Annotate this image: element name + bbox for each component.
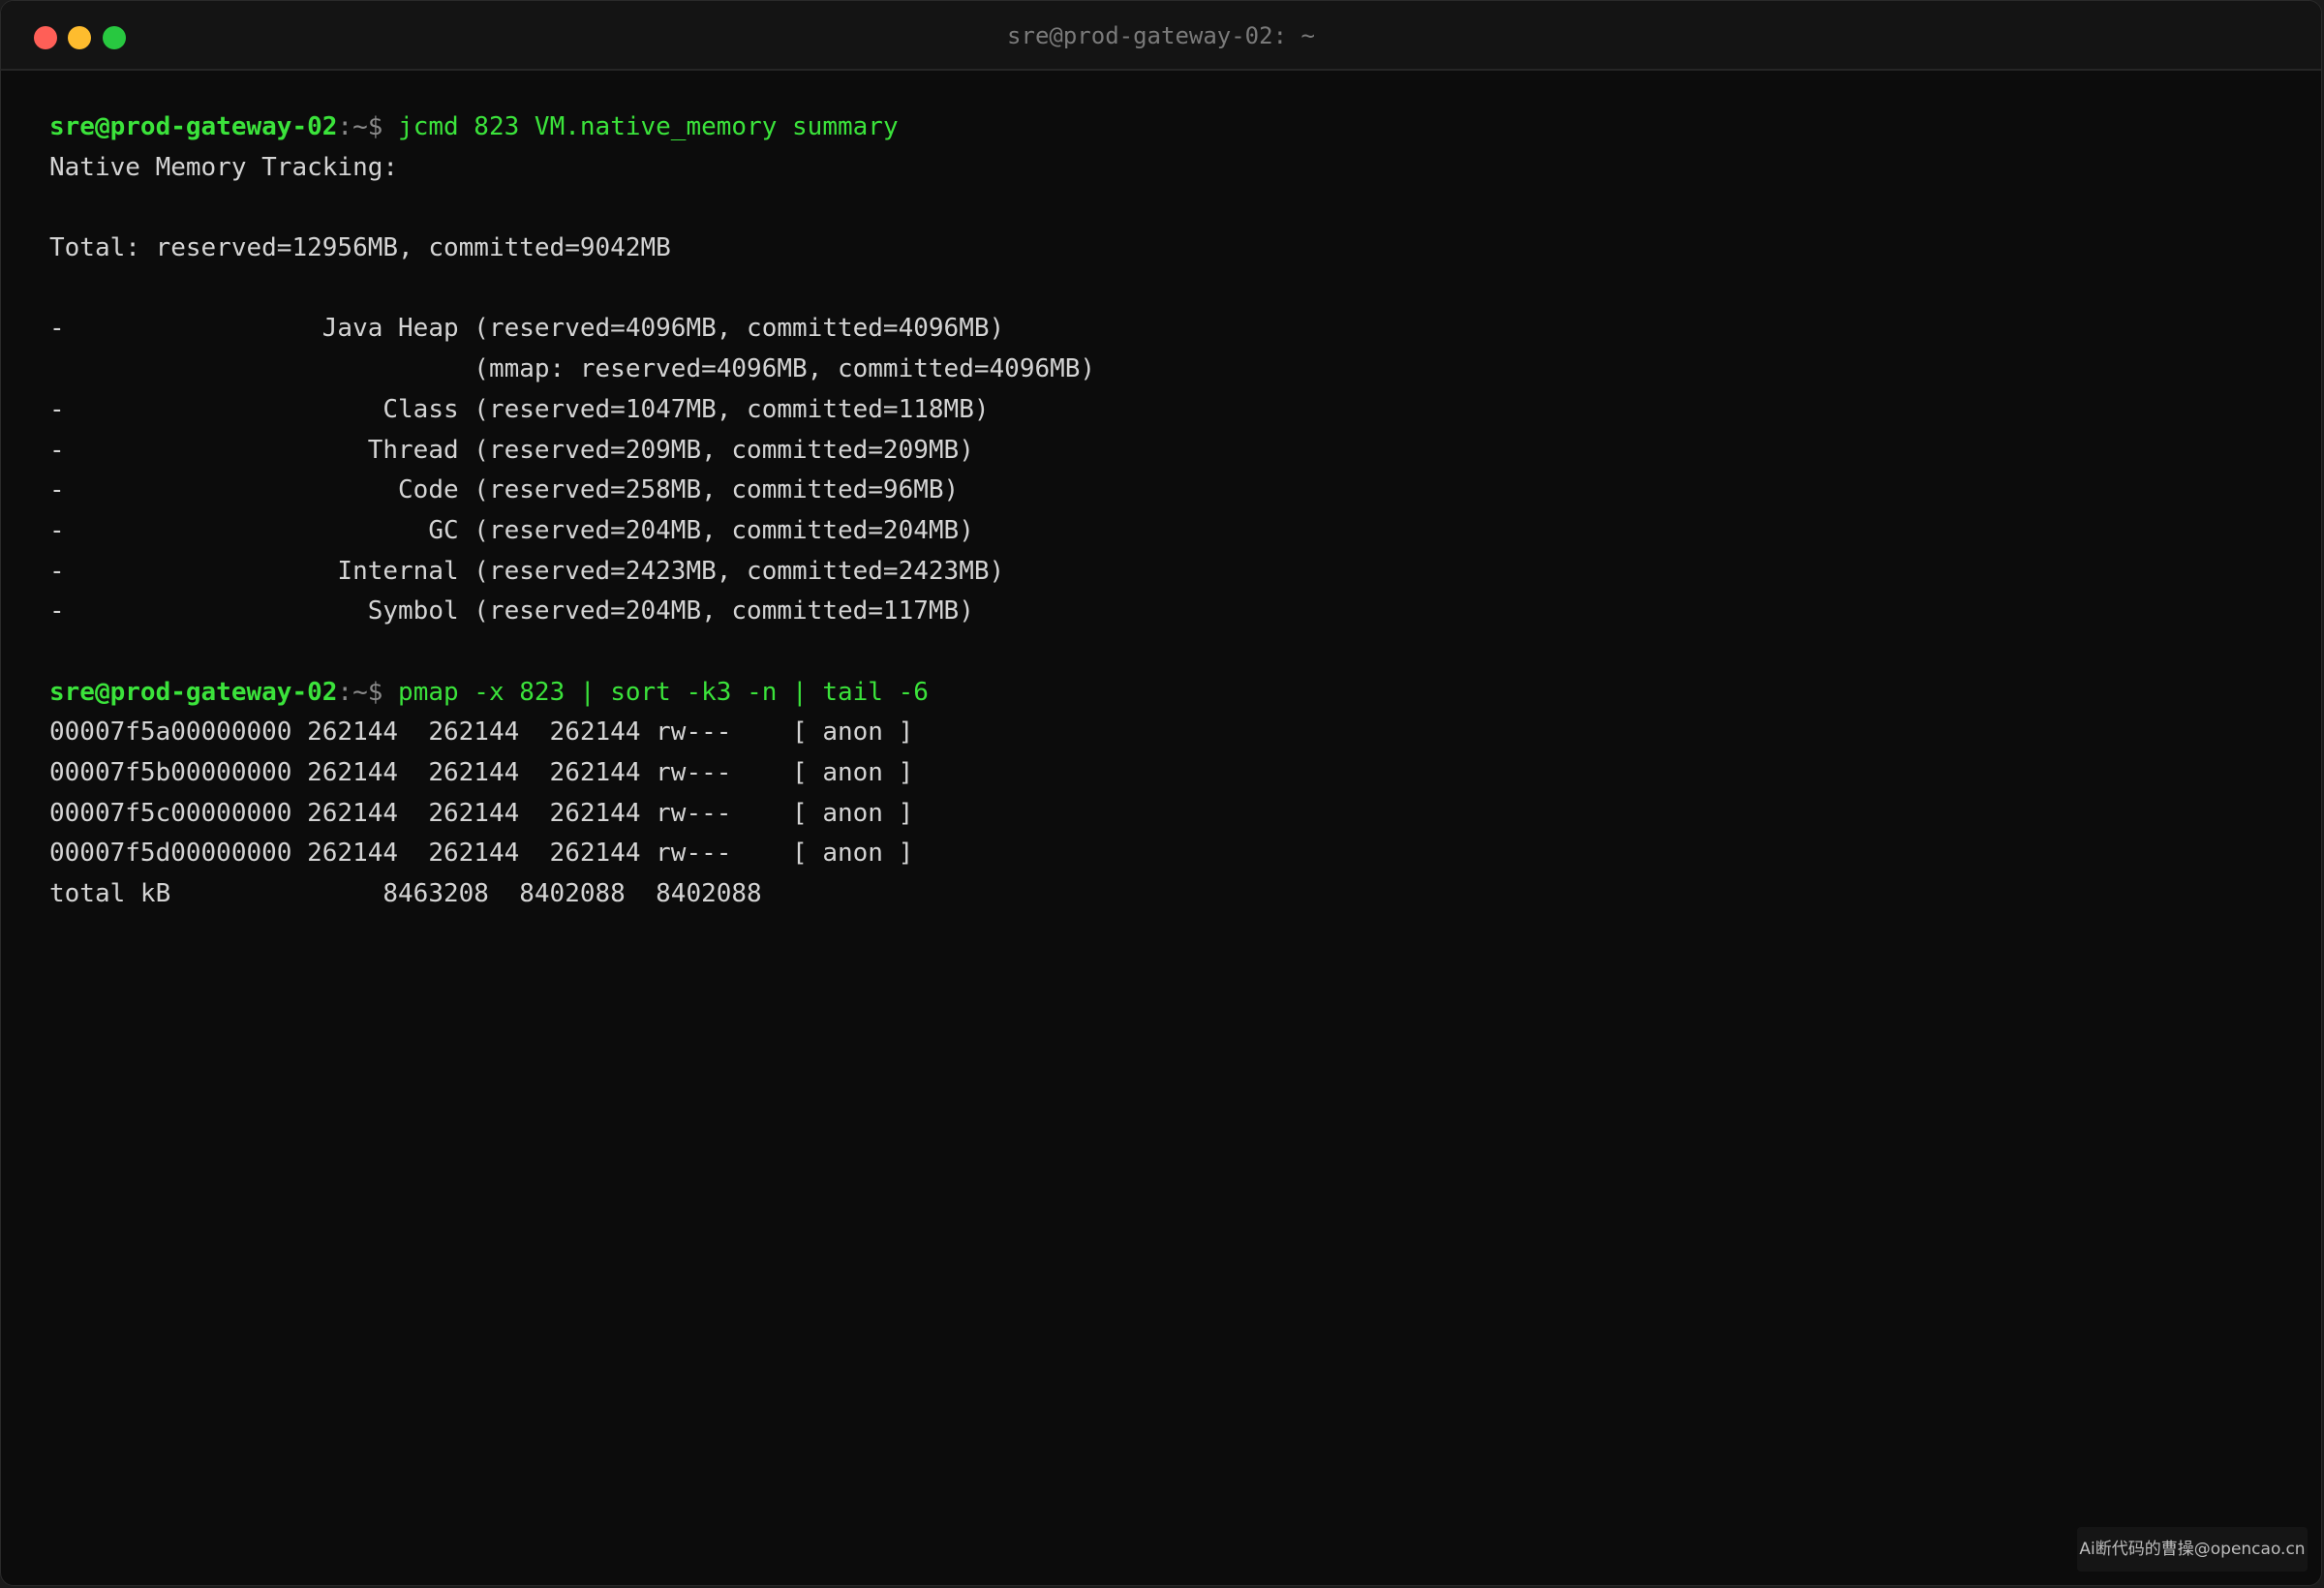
output-line: 00007f5b00000000 262144 262144 262144 rw… — [49, 758, 914, 787]
output-line: - Symbol (reserved=204MB, committed=117M… — [49, 596, 974, 626]
window-title: sre@prod-gateway-02: ~ — [1007, 22, 1315, 49]
output-line: - Internal (reserved=2423MB, committed=2… — [49, 556, 1005, 586]
prompt-line: sre@prod-gateway-02:~$ pmap -x 823 | sor… — [49, 673, 2282, 714]
command-text: pmap -x 823 | sort -k3 -n | tail -6 — [382, 677, 929, 707]
command-text: jcmd 823 VM.native_memory summary — [382, 112, 899, 141]
output-line: - Thread (reserved=209MB, committed=209M… — [49, 435, 974, 465]
prompt-user-host: sre@prod-gateway-02 — [49, 112, 338, 141]
output-line: - GC (reserved=204MB, committed=204MB) — [49, 515, 974, 545]
prompt-path: :~$ — [337, 677, 383, 707]
output-line: total kB 8463208 8402088 8402088 — [49, 879, 762, 909]
watermark: Ai断代码的曹操@opencao.cn — [2077, 1527, 2308, 1572]
prompt-user-host: sre@prod-gateway-02 — [49, 677, 338, 707]
output-line: - Class (reserved=1047MB, committed=118M… — [49, 394, 990, 424]
terminal-output[interactable]: sre@prod-gateway-02:~$ jcmd 823 VM.nativ… — [49, 107, 2282, 915]
output-line: (mmap: reserved=4096MB, committed=4096MB… — [49, 354, 1096, 384]
terminal-window: sre@prod-gateway-02: ~ sre@prod-gateway-… — [0, 0, 2322, 1586]
output-line: 00007f5a00000000 262144 262144 262144 rw… — [49, 718, 914, 748]
output-line: 00007f5c00000000 262144 262144 262144 rw… — [49, 798, 914, 828]
output-line: - Java Heap (reserved=4096MB, committed=… — [49, 314, 1005, 344]
output-line: - Code (reserved=258MB, committed=96MB) — [49, 475, 960, 505]
prompt-line: sre@prod-gateway-02:~$ jcmd 823 VM.nativ… — [49, 107, 2282, 148]
prompt-path: :~$ — [337, 112, 383, 141]
output-line: 00007f5d00000000 262144 262144 262144 rw… — [49, 839, 914, 869]
output-line: Total: reserved=12956MB, committed=9042M… — [49, 233, 671, 263]
title-bar[interactable]: sre@prod-gateway-02: ~ — [1, 1, 2321, 71]
output-line: Native Memory Tracking: — [49, 152, 399, 182]
